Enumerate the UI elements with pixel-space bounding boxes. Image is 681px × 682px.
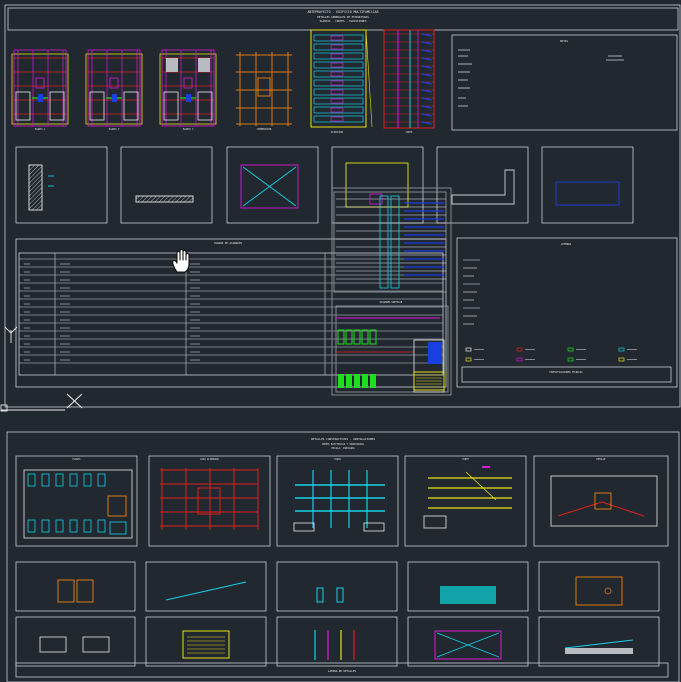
elevation-label: ELEVACION xyxy=(331,131,344,134)
sheet-1 xyxy=(4,4,681,408)
cad-model-space[interactable]: ANTEPROYECTO - EDIFICIO MULTIFAMILIAR DE… xyxy=(0,0,681,682)
svg-text:ANTEPROYECTO - EDIFICIO MULTIF: ANTEPROYECTO - EDIFICIO MULTIFAMILIAR xyxy=(307,10,378,14)
finishes-table xyxy=(15,238,447,388)
svg-text:DETALLES CONSTRUCTIVOS - INSTA: DETALLES CONSTRUCTIVOS - INSTALACIONES xyxy=(311,437,375,441)
svg-text:ESCALA: INDICADA: ESCALA: INDICADA xyxy=(331,447,355,450)
floor-plan-1: PLANTA 1 xyxy=(11,49,69,131)
floor-plan-3: PLANTA 3 xyxy=(159,49,217,131)
svg-text:LAMINA DE DETALLES: LAMINA DE DETALLES xyxy=(328,669,357,673)
crosshair-icon[interactable] xyxy=(66,393,83,409)
building-elevation: ELEVACION xyxy=(310,29,373,134)
detail-contents xyxy=(28,162,620,211)
riser-title: DIAGRAMA UNIFILAR xyxy=(380,301,403,304)
panel-title: LOSA ALIGERADA xyxy=(200,458,219,461)
panel-title: DETALLE xyxy=(596,458,606,461)
panel-title: VIGAS xyxy=(334,458,341,461)
sheet-2-title: DETALLES CONSTRUCTIVOS - INSTALACIONES R… xyxy=(311,437,375,673)
foundation-plan xyxy=(236,52,292,126)
sheet-2 xyxy=(6,431,680,682)
panel-title: PLANTA xyxy=(73,458,82,461)
table-title: CUADRO DE ACABADOS xyxy=(214,241,243,245)
plan-label: PLANTA 2 xyxy=(109,128,120,131)
legend-title: LEYENDA xyxy=(561,243,572,246)
sheet-2-details: PLANTA LOSA ALIGERADA VIGAS CORTE DETALLE xyxy=(15,455,669,667)
ucs-icon xyxy=(0,326,65,412)
svg-text:PLANTAS - CORTES - ELEVACIONES: PLANTAS - CORTES - ELEVACIONES xyxy=(320,19,367,23)
plan-label: PLANTA 3 xyxy=(183,128,194,131)
notes-title: NOTAS xyxy=(560,39,568,43)
detail-row xyxy=(15,146,634,224)
riser-diagram: DIAGRAMA UNIFILAR xyxy=(331,187,452,396)
legend-panel: LEYENDA ESPECIFICACIONES TECNICAS xyxy=(456,237,678,388)
notes-panel xyxy=(451,34,678,131)
plan-label: CIMENTACION xyxy=(257,128,272,131)
svg-text:DETALLES GENERALES DE ESTRUCTU: DETALLES GENERALES DE ESTRUCTURAS xyxy=(317,15,369,19)
svg-text:REDES ELECTRICAS Y SANITARIAS: REDES ELECTRICAS Y SANITARIAS xyxy=(322,443,364,446)
sheet-1-title: ANTEPROYECTO - EDIFICIO MULTIFAMILIAR DE… xyxy=(307,10,378,23)
floor-plan-2: PLANTA 2 xyxy=(85,49,143,131)
floor-plans: PLANTA 1 PLANTA 2 PLANTA 3 CIMENTACION xyxy=(11,49,272,131)
building-section: CORTE xyxy=(383,29,435,134)
section-label: CORTE xyxy=(406,131,413,134)
plan-label: PLANTA 1 xyxy=(35,128,46,131)
panel-title: CORTE xyxy=(462,458,469,461)
legend-foot: ESPECIFICACIONES TECNICAS xyxy=(550,371,584,374)
pan-hand-icon xyxy=(172,248,190,273)
